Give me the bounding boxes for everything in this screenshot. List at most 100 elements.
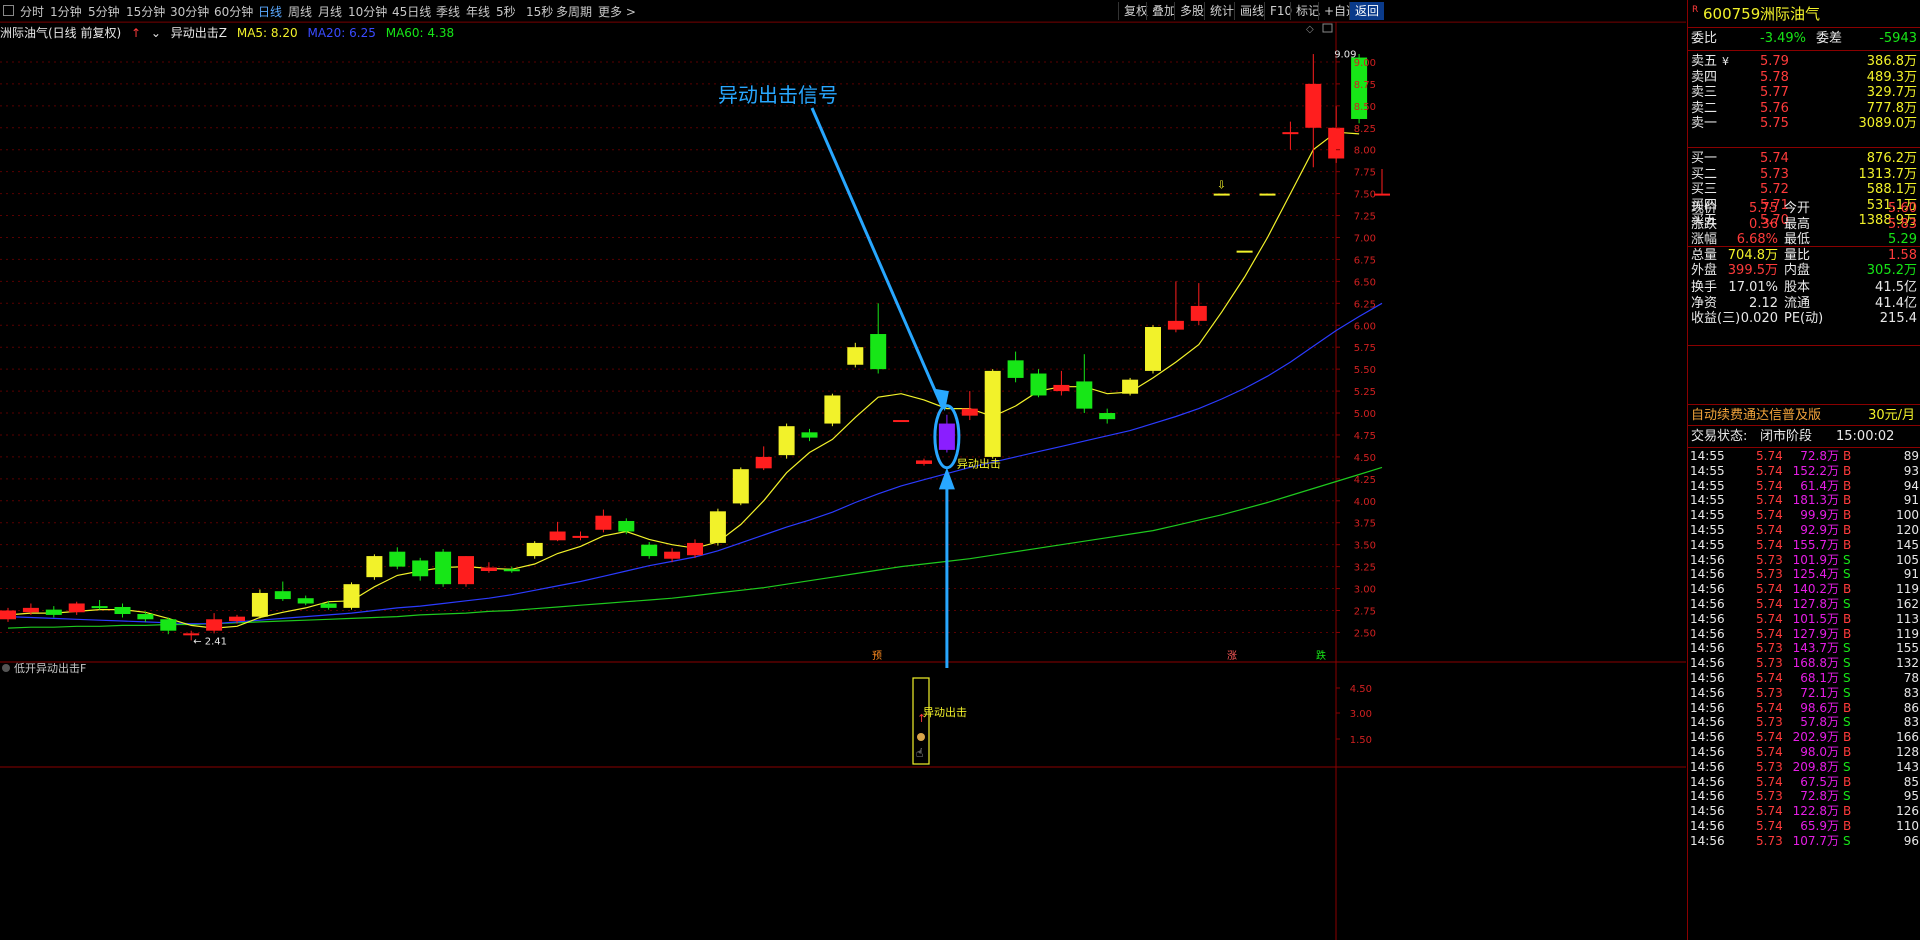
candle-body bbox=[183, 633, 200, 636]
weibi-value: -3.49% bbox=[1760, 31, 1806, 46]
tick-row: 14:55 5.74 92.9万 B 120 bbox=[1688, 523, 1920, 538]
tick-count: 166 bbox=[1896, 730, 1919, 745]
tick-price: 5.74 bbox=[1756, 463, 1783, 478]
candle bbox=[458, 556, 474, 587]
y-tick-label: 8.00 bbox=[1354, 146, 1376, 157]
tick-time: 14:56 bbox=[1690, 611, 1725, 626]
tick-time: 14:56 bbox=[1690, 715, 1725, 730]
candle-body bbox=[389, 551, 406, 567]
candle-body bbox=[0, 610, 16, 620]
tick-volume: 67.5万 bbox=[1800, 774, 1839, 789]
tick-time: 14:56 bbox=[1690, 671, 1725, 685]
promo-row[interactable]: 自动续费通达信普及版 30元/月 bbox=[1688, 406, 1920, 425]
y-tick-label: 5.25 bbox=[1354, 387, 1376, 398]
tick-price: 5.73 bbox=[1756, 552, 1783, 567]
tick-volume: 125.4万 bbox=[1792, 567, 1839, 582]
tick-time: 14:56 bbox=[1690, 641, 1725, 656]
promo-text[interactable]: 自动续费通达信普及版 bbox=[1691, 406, 1821, 425]
candle bbox=[45, 606, 62, 618]
candle bbox=[709, 508, 726, 546]
candle-body bbox=[755, 456, 772, 469]
tick-time: 14:55 bbox=[1690, 478, 1725, 493]
tick-row: 14:56 5.74 65.9万 B 110 bbox=[1688, 819, 1920, 834]
tick-side: B bbox=[1843, 463, 1852, 478]
candle bbox=[732, 467, 749, 506]
hand-cursor-icon: ☝ bbox=[916, 746, 923, 760]
tick-side: S bbox=[1843, 641, 1851, 656]
tick-row: 14:55 5.74 181.3万 B 91 bbox=[1688, 493, 1920, 508]
tick-row: 14:55 5.74 155.7万 B 145 bbox=[1688, 538, 1920, 553]
candle bbox=[778, 423, 795, 459]
y-tick-label: 4.25 bbox=[1354, 475, 1376, 486]
tick-row: 14:56 5.73 72.1万 S 83 bbox=[1688, 686, 1920, 701]
y-tick-label: 4.00 bbox=[1354, 497, 1376, 508]
candle bbox=[68, 601, 85, 615]
tick-side: S bbox=[1843, 656, 1851, 671]
y-tick-label: 2.75 bbox=[1354, 607, 1376, 618]
tick-count: 96 bbox=[1903, 833, 1919, 848]
candle bbox=[938, 414, 955, 453]
candle bbox=[1259, 193, 1276, 196]
weicha-value: -5943 bbox=[1879, 31, 1917, 46]
tick-count: 95 bbox=[1903, 789, 1919, 804]
candle-body bbox=[526, 542, 543, 557]
tick-count: 145 bbox=[1896, 537, 1919, 552]
tick-side: B bbox=[1843, 493, 1852, 508]
tick-side: B bbox=[1843, 523, 1852, 537]
low-marker: ← 2.41 bbox=[193, 637, 227, 648]
stat-value: 0.020 bbox=[1740, 311, 1778, 327]
sub-panel-title: 低开异动出击F bbox=[14, 661, 86, 675]
ma20-layer bbox=[7, 302, 1383, 625]
window-icon bbox=[1322, 23, 1333, 33]
y-tick-label: 5.75 bbox=[1354, 343, 1376, 354]
candle bbox=[1236, 250, 1253, 253]
candle bbox=[687, 539, 703, 558]
candle-body bbox=[1236, 250, 1253, 253]
candles-layer bbox=[0, 54, 1390, 641]
tick-price: 5.74 bbox=[1756, 745, 1783, 759]
candle bbox=[572, 531, 589, 541]
weicha-label: 委差 bbox=[1816, 31, 1843, 46]
tick-row: 14:56 5.73 72.8万 S 95 bbox=[1688, 789, 1920, 804]
tick-row: 14:56 5.74 68.1万 S 78 bbox=[1688, 671, 1920, 686]
tick-side: S bbox=[1843, 552, 1851, 567]
sub-y-tick-label: 4.50 bbox=[1350, 684, 1372, 695]
tick-count: 86 bbox=[1903, 700, 1919, 715]
candle bbox=[91, 599, 108, 610]
tick-count: 155 bbox=[1896, 641, 1919, 656]
tick-row: 14:56 5.74 101.5万 B 113 bbox=[1688, 612, 1920, 627]
tick-row: 14:56 5.74 202.9万 B 166 bbox=[1688, 730, 1920, 745]
tick-row: 14:56 5.74 67.5万 B 85 bbox=[1688, 775, 1920, 790]
tick-count: 83 bbox=[1903, 715, 1919, 730]
marker-zhang: 涨 bbox=[1227, 650, 1237, 662]
tick-side: S bbox=[1843, 833, 1851, 848]
candle bbox=[343, 582, 360, 610]
trade-status-row: 交易状态: 闭市阶段 15:00:02 bbox=[1688, 427, 1920, 446]
tick-volume: 72.8万 bbox=[1800, 789, 1839, 804]
tick-side: B bbox=[1843, 700, 1852, 715]
stock-code: 600759 bbox=[1703, 5, 1761, 23]
candle-body bbox=[458, 556, 474, 585]
tick-price: 5.74 bbox=[1756, 582, 1783, 597]
tick-price: 5.74 bbox=[1756, 819, 1783, 833]
sub-panel-toggle-icon bbox=[2, 664, 10, 672]
tick-side: S bbox=[1843, 567, 1851, 582]
tick-row: 14:56 5.73 107.7万 S 96 bbox=[1688, 834, 1920, 849]
candle-body bbox=[778, 426, 795, 456]
candle bbox=[320, 600, 337, 610]
candle-body bbox=[343, 584, 360, 608]
y-tick-label: 2.50 bbox=[1354, 628, 1376, 639]
promo-price[interactable]: 30元/月 bbox=[1868, 406, 1915, 425]
sub-arrow-icon: ↑ bbox=[917, 712, 926, 725]
stat-label: PE(动) bbox=[1784, 311, 1824, 327]
kline-chart[interactable]: 9.00 8.75 8.50 8.25 8.00 7.75 7.50 7.25 7.00 6.75… bbox=[0, 0, 1686, 940]
candle-body bbox=[503, 569, 520, 572]
tick-time: 14:56 bbox=[1690, 730, 1725, 745]
candle-body bbox=[1282, 132, 1299, 135]
tick-count: 110 bbox=[1896, 819, 1919, 833]
tick-row: 14:56 5.73 101.9万 S 105 bbox=[1688, 553, 1920, 568]
tick-time: 14:56 bbox=[1690, 597, 1725, 611]
tick-row: 14:56 5.73 168.8万 S 132 bbox=[1688, 656, 1920, 671]
candle-body bbox=[137, 614, 154, 620]
tick-time: 14:56 bbox=[1690, 759, 1725, 774]
